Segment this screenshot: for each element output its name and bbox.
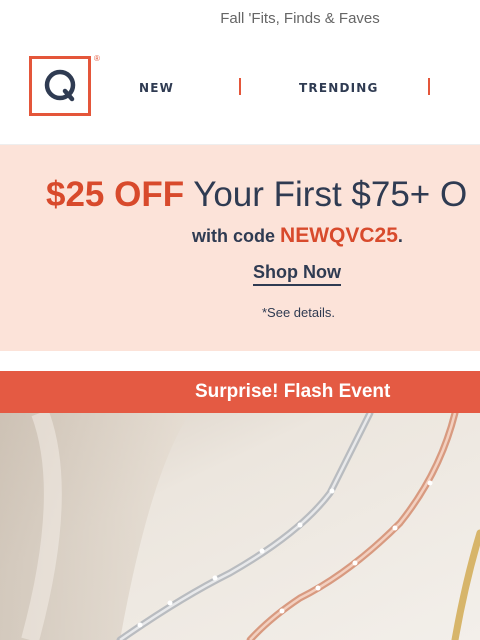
promo-amount-off: $25 OFF bbox=[46, 175, 185, 214]
promo-headline-rest: Your First $75+ O bbox=[193, 175, 468, 214]
q-logo-icon bbox=[44, 69, 76, 102]
promo-code-prefix: with code bbox=[192, 226, 276, 246]
preheader-text: Fall 'Fits, Finds & Faves bbox=[220, 10, 380, 27]
promo-code-line: with code NEWQVC25. bbox=[192, 224, 403, 248]
promo-headline: $25 OFF Your First $75+ O bbox=[46, 175, 467, 215]
hero-jewelry-image[interactable] bbox=[0, 413, 480, 640]
flash-event-banner[interactable]: Surprise! Flash Event bbox=[0, 371, 480, 413]
registered-mark: ® bbox=[94, 54, 100, 63]
flash-event-label: Surprise! Flash Event bbox=[195, 381, 391, 402]
promo-banner[interactable]: $25 OFF Your First $75+ O with code NEWQ… bbox=[0, 145, 480, 351]
nav-item-trending[interactable]: TRENDING bbox=[299, 81, 379, 95]
nav-item-new[interactable]: NEW bbox=[139, 81, 174, 95]
nav-divider bbox=[428, 78, 430, 95]
see-details-link[interactable]: *See details. bbox=[262, 305, 335, 320]
preheader: Fall 'Fits, Finds & Faves bbox=[0, 0, 480, 40]
promo-code-suffix: . bbox=[397, 226, 403, 246]
top-navigation: ® NEW TRENDING bbox=[0, 40, 480, 145]
bracelets-photo-icon bbox=[0, 413, 480, 640]
nav-divider bbox=[239, 78, 241, 95]
promo-code: NEWQVC25 bbox=[280, 224, 398, 247]
qvc-logo[interactable] bbox=[29, 56, 91, 116]
shop-now-link[interactable]: Shop Now bbox=[253, 262, 341, 286]
